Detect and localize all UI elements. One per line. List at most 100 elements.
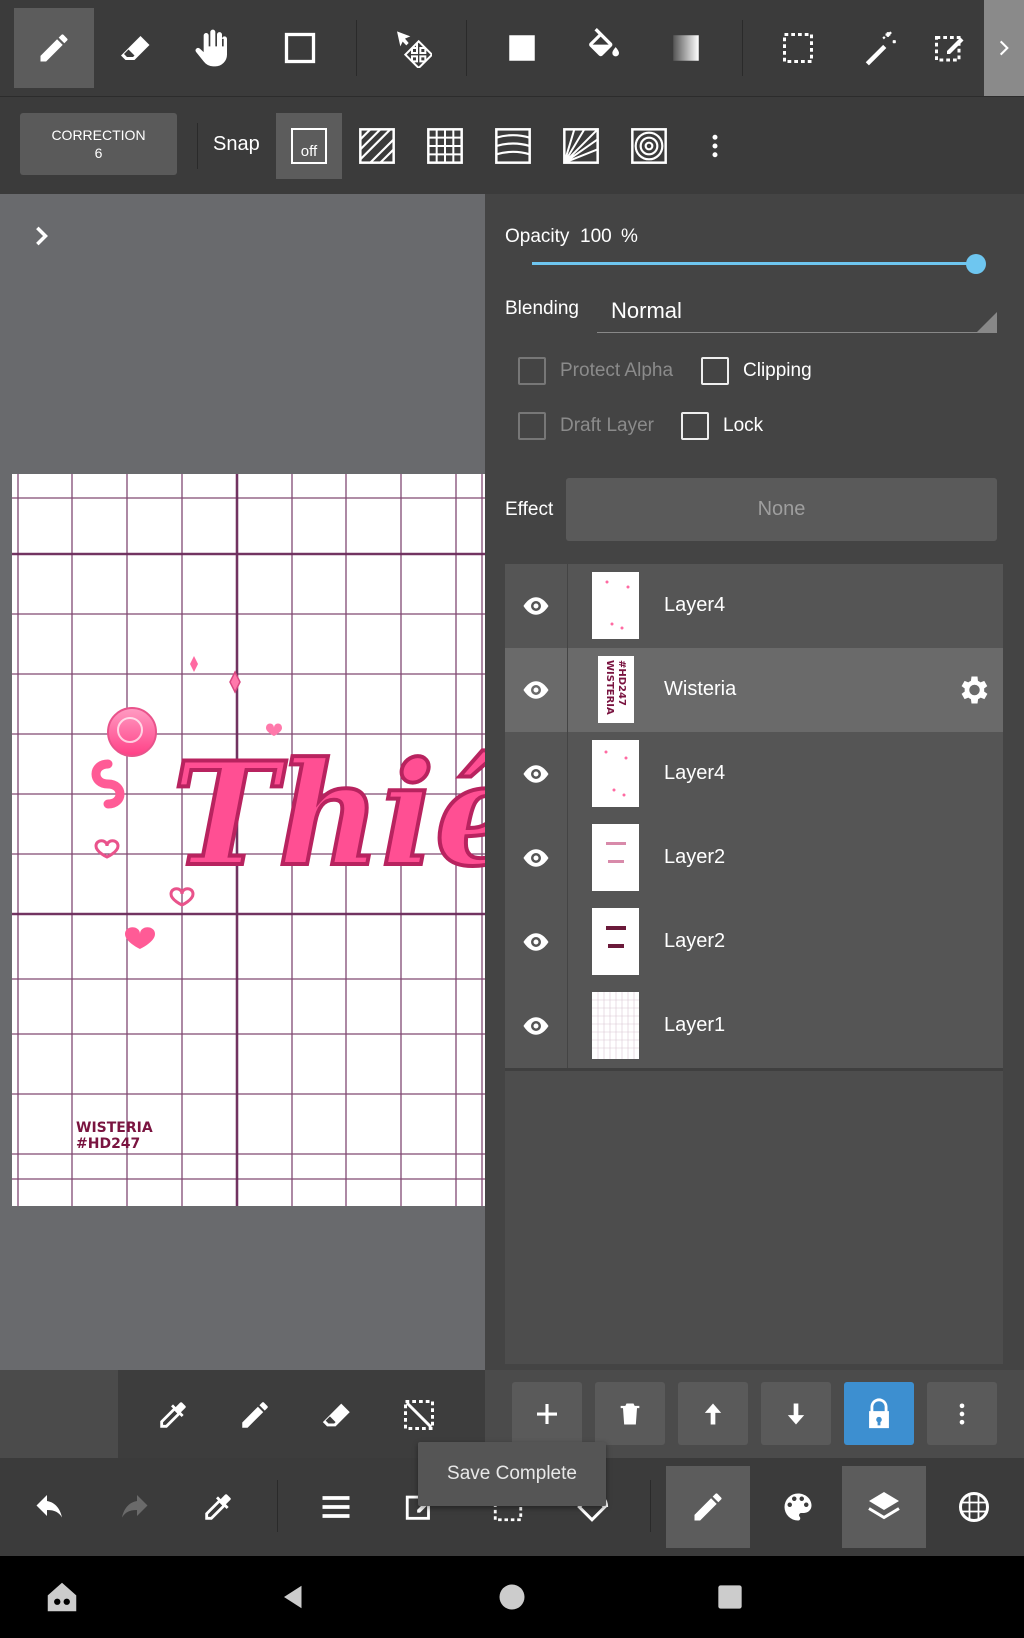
opacity-slider-thumb[interactable] — [966, 254, 986, 274]
layer-settings-button[interactable] — [955, 672, 991, 713]
layer-row[interactable]: Layer4 — [505, 564, 1003, 651]
brush-tool-button[interactable] — [14, 8, 94, 88]
correction-button[interactable]: CORRECTION 6 — [20, 113, 177, 175]
eye-icon — [523, 933, 549, 951]
delete-layer-button[interactable] — [595, 1382, 665, 1445]
more-vert-icon — [712, 134, 718, 158]
deselect-icon — [404, 1400, 434, 1430]
layer-thumbnail — [592, 824, 639, 891]
select-rect-tool-button[interactable] — [758, 8, 838, 88]
snap-concentric-button[interactable] — [616, 113, 682, 179]
visibility-toggle[interactable] — [520, 842, 552, 874]
brush-panel-button[interactable] — [666, 1466, 750, 1548]
layer-row[interactable]: Layer2 — [505, 816, 1003, 903]
gear-icon — [961, 676, 988, 704]
effect-button[interactable]: None — [566, 478, 997, 541]
bottom-eyedropper-button[interactable] — [176, 1466, 260, 1548]
menu-button[interactable] — [294, 1466, 378, 1548]
pencil-icon — [694, 1493, 722, 1521]
eye-icon — [523, 849, 549, 867]
expand-panel-button[interactable] — [28, 222, 56, 255]
correction-value: 6 — [94, 145, 103, 161]
layer-row[interactable]: Layer2 — [505, 900, 1003, 987]
layer-name: Layer2 — [664, 930, 726, 952]
snap-grid-button[interactable] — [412, 113, 478, 179]
add-layer-button[interactable] — [512, 1382, 582, 1445]
layer-row[interactable]: Layer1 — [505, 984, 1003, 1071]
move-layer-down-button[interactable] — [761, 1382, 831, 1445]
bucket-tool-button[interactable] — [564, 8, 644, 88]
canvas-headline: Thiê — [172, 732, 485, 898]
recents-button[interactable] — [706, 1573, 754, 1621]
redo-button[interactable] — [92, 1466, 176, 1548]
home-button[interactable] — [488, 1573, 536, 1621]
eraser-tool-button[interactable] — [96, 8, 176, 88]
magic-wand-tool-button[interactable] — [840, 8, 920, 88]
blending-select[interactable]: Normal — [597, 286, 997, 333]
visibility-toggle[interactable] — [520, 1010, 552, 1042]
layer-thumbnail — [592, 908, 639, 975]
drawing-canvas[interactable]: Thiê WISTERIA #HD247 — [12, 474, 485, 1206]
eye-icon — [523, 765, 549, 783]
thumb-watermark-line2: #HD247 — [616, 660, 627, 706]
visibility-toggle[interactable] — [520, 674, 552, 706]
hand-tool-button[interactable] — [172, 8, 252, 88]
square-icon — [718, 1585, 742, 1609]
clipping-checkbox[interactable] — [701, 357, 729, 385]
snap-parallel-button[interactable] — [344, 113, 410, 179]
snap-off-button[interactable]: off — [276, 113, 342, 179]
snap-curve-button[interactable] — [480, 113, 546, 179]
layer-thumbnail — [592, 992, 639, 1059]
chevron-right-icon — [999, 40, 1009, 56]
layer-row[interactable]: Layer4 — [505, 732, 1003, 819]
more-vert-icon — [959, 1403, 965, 1424]
lock-checkbox[interactable] — [681, 412, 709, 440]
snap-more-button[interactable] — [682, 113, 748, 179]
layer-thumbnail — [592, 740, 639, 807]
visibility-toggle[interactable] — [520, 926, 552, 958]
quick-pencil-button[interactable] — [230, 1390, 280, 1440]
layers-panel-button[interactable] — [842, 1466, 926, 1548]
home-circle-icon — [499, 1584, 525, 1610]
visibility-toggle[interactable] — [520, 758, 552, 790]
opacity-slider-track[interactable] — [532, 262, 978, 265]
clipping-label: Clipping — [743, 360, 812, 381]
app-home-button[interactable] — [38, 1573, 86, 1621]
system-nav-bar — [0, 1556, 1024, 1638]
shape-tool-button[interactable] — [260, 8, 340, 88]
eye-icon — [523, 597, 549, 615]
layer-row-selected[interactable]: WISTERIA #HD247 Wisteria — [505, 648, 1003, 735]
deselect-button[interactable] — [394, 1390, 444, 1440]
layer-thumbnail — [592, 572, 639, 639]
undo-icon — [36, 1495, 62, 1518]
visibility-toggle[interactable] — [520, 590, 552, 622]
back-button[interactable] — [270, 1573, 318, 1621]
gradient-tool-button[interactable] — [646, 8, 726, 88]
move-layer-up-button[interactable] — [678, 1382, 748, 1445]
layer-menu-button[interactable] — [927, 1382, 997, 1445]
radial-lines-icon — [563, 128, 599, 164]
undo-button[interactable] — [8, 1466, 92, 1548]
magic-wand-icon — [865, 31, 896, 66]
draft-layer-checkbox[interactable] — [518, 412, 546, 440]
blending-value: Normal — [611, 298, 682, 323]
lock-label: Lock — [723, 415, 764, 436]
material-button[interactable] — [932, 1466, 1016, 1548]
trash-icon — [620, 1403, 640, 1424]
protect-alpha-checkbox[interactable] — [518, 357, 546, 385]
color-palette-button[interactable] — [756, 1466, 840, 1548]
quick-eraser-button[interactable] — [312, 1390, 362, 1440]
lock-icon — [869, 1397, 889, 1428]
fill-rect-tool-button[interactable] — [482, 8, 562, 88]
save-complete-toast: Save Complete — [418, 1442, 606, 1506]
eyedropper-button[interactable] — [148, 1390, 198, 1440]
dropdown-corner-icon — [977, 312, 997, 332]
toolbar-scroll-button[interactable] — [984, 0, 1024, 96]
move-arrow-icon — [397, 31, 432, 68]
lock-layer-button[interactable] — [844, 1382, 914, 1445]
pencil-icon — [242, 1402, 268, 1428]
select-pen-tool-button[interactable] — [920, 8, 980, 88]
main-toolbar — [0, 0, 1024, 96]
transform-tool-button[interactable] — [372, 8, 452, 88]
snap-radial-button[interactable] — [548, 113, 614, 179]
